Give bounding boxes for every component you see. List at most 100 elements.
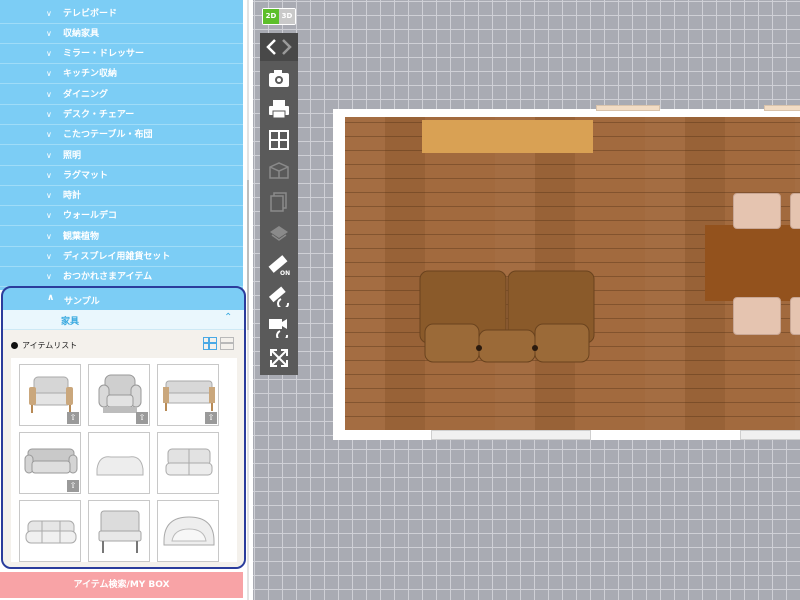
screenshot-button[interactable]: [260, 63, 298, 94]
tv-board-furniture[interactable]: [422, 120, 593, 153]
category-item[interactable]: ∨ おつかれさまアイテム: [0, 267, 243, 287]
caret-up-icon: ⌃: [224, 312, 233, 323]
item-grid: ⇧ ⇧ ⇧ ⇧: [11, 358, 237, 562]
undo-icon[interactable]: [266, 39, 276, 55]
chevron-down-icon: ∨: [46, 90, 52, 99]
upload-icon[interactable]: ⇧: [136, 412, 148, 424]
layer-icon: [270, 226, 288, 241]
print-button[interactable]: [260, 94, 298, 125]
sample-section: ∧ サンプル 家具 ⌃ アイテムリスト ⇧ ⇧ ⇧ ⇧: [1, 286, 246, 569]
chevron-down-icon: ∨: [46, 211, 52, 220]
item-thumbnail[interactable]: ⇧: [19, 432, 81, 494]
category-item[interactable]: ∨ ディスプレイ用雑貨セット: [0, 247, 243, 267]
dining-chair-furniture[interactable]: [733, 193, 781, 229]
chevron-down-icon: ∨: [46, 29, 52, 38]
upload-icon[interactable]: ⇧: [205, 412, 217, 424]
chevron-down-icon: ∨: [46, 9, 52, 18]
chevron-down-icon: ∨: [46, 130, 52, 139]
category-item[interactable]: ∨ デスク・チェアー: [0, 105, 243, 125]
mode-3d-button[interactable]: 3D: [279, 9, 295, 24]
chevron-down-icon: ∨: [46, 49, 52, 58]
redo-icon[interactable]: [282, 39, 292, 55]
item-list-panel: アイテムリスト ⇧ ⇧ ⇧ ⇧: [3, 330, 244, 567]
floor-sofa-icon: [165, 448, 213, 476]
wall-tool-button[interactable]: [260, 125, 298, 156]
item-thumbnail[interactable]: [19, 500, 81, 562]
sofa-icon: [96, 456, 144, 476]
sample-header[interactable]: ∧ サンプル: [3, 288, 244, 310]
furniture-subcategory[interactable]: 家具 ⌃: [3, 310, 244, 330]
dining-table-furniture[interactable]: [705, 225, 800, 301]
camera-rotate-icon: [269, 319, 288, 338]
item-thumbnail[interactable]: [157, 432, 219, 494]
upload-icon[interactable]: ⇧: [67, 480, 79, 492]
dining-chair-furniture[interactable]: [790, 297, 800, 335]
category-item[interactable]: ∨ ミラー・ドレッサー: [0, 44, 243, 64]
window[interactable]: [596, 105, 660, 111]
measure-rotate-icon: [268, 286, 289, 307]
category-item[interactable]: ∨ 収納家具: [0, 24, 243, 44]
print-icon: [269, 100, 289, 119]
chevron-down-icon: ∨: [46, 110, 52, 119]
camera-icon: [269, 70, 289, 87]
dining-chair-furniture[interactable]: [790, 193, 800, 229]
door[interactable]: [431, 430, 591, 440]
item-thumbnail[interactable]: [88, 500, 150, 562]
measure-on-icon: ON: [268, 255, 290, 276]
category-item[interactable]: ∨ こたつテーブル・布団: [0, 125, 243, 145]
room-icon: [269, 162, 289, 179]
chevron-down-icon: ∨: [46, 151, 52, 160]
item-list-title: アイテムリスト: [11, 340, 77, 351]
undo-redo-group: [260, 33, 298, 61]
measure-on-button[interactable]: ON: [260, 249, 298, 280]
round-sofa-icon: [163, 516, 215, 546]
item-thumbnail[interactable]: ⇧: [157, 364, 219, 426]
category-item[interactable]: ∨ ウォールデコ: [0, 206, 243, 226]
chevron-down-icon: ∨: [46, 191, 52, 200]
measure-rotate-button[interactable]: [260, 280, 298, 311]
view-mode-toggle: 2D 3D: [262, 8, 296, 25]
copy-icon: [270, 192, 287, 212]
item-thumbnail[interactable]: ⇧: [88, 364, 150, 426]
chevron-down-icon: ∨: [46, 171, 52, 180]
item-thumbnail[interactable]: [157, 500, 219, 562]
bullet-icon: [11, 342, 18, 349]
category-item[interactable]: ∨ 時計: [0, 186, 243, 206]
category-item[interactable]: ∨ テレビボード: [0, 4, 243, 24]
mode-2d-button[interactable]: 2D: [263, 9, 279, 24]
room-tool-button[interactable]: [260, 156, 298, 187]
floor-sofa-icon: [25, 520, 77, 544]
category-item[interactable]: ∨ ダイニング: [0, 85, 243, 105]
svg-text:ON: ON: [280, 270, 290, 276]
chevron-down-icon: ∨: [46, 232, 52, 241]
expand-icon: [270, 349, 288, 367]
copy-button[interactable]: [260, 187, 298, 218]
category-item[interactable]: ∨ ラグマット: [0, 166, 243, 186]
left-sidebar: ∨ テレビボード ∨ 収納家具 ∨ ミラー・ドレッサー ∨ キッチン収納 ∨ ダイニング …: [0, 0, 246, 600]
bench-sofa-icon: [98, 510, 142, 553]
door[interactable]: [740, 430, 800, 440]
category-item[interactable]: ∨ 観葉植物: [0, 227, 243, 247]
layer-button[interactable]: [260, 218, 298, 249]
chevron-down-icon: ∨: [46, 272, 52, 281]
item-search-button[interactable]: アイテム検索/MY BOX: [0, 572, 243, 598]
dining-chair-furniture[interactable]: [733, 297, 781, 335]
category-item[interactable]: ∨ 照明: [0, 146, 243, 166]
category-list: ∨ テレビボード ∨ 収納家具 ∨ ミラー・ドレッサー ∨ キッチン収納 ∨ ダイニング …: [0, 0, 243, 290]
side-toolbar: ON: [260, 33, 298, 375]
window[interactable]: [764, 105, 800, 111]
sofa-furniture[interactable]: [419, 268, 595, 366]
chevron-down-icon: ∨: [46, 69, 52, 78]
item-thumbnail[interactable]: [88, 432, 150, 494]
item-thumbnail[interactable]: ⇧: [19, 364, 81, 426]
sidebar-scroll-thumb[interactable]: [247, 180, 249, 330]
chevron-down-icon: ∨: [46, 252, 52, 261]
category-item[interactable]: ∨ キッチン収納: [0, 64, 243, 84]
upload-icon[interactable]: ⇧: [67, 412, 79, 424]
chevron-up-icon: ∧: [47, 293, 55, 303]
camera-rotate-button[interactable]: [260, 311, 298, 342]
wall-grid-icon: [269, 130, 289, 150]
grid-view-icon[interactable]: [203, 337, 217, 350]
list-view-icon[interactable]: [220, 337, 234, 350]
expand-button[interactable]: [260, 342, 298, 373]
